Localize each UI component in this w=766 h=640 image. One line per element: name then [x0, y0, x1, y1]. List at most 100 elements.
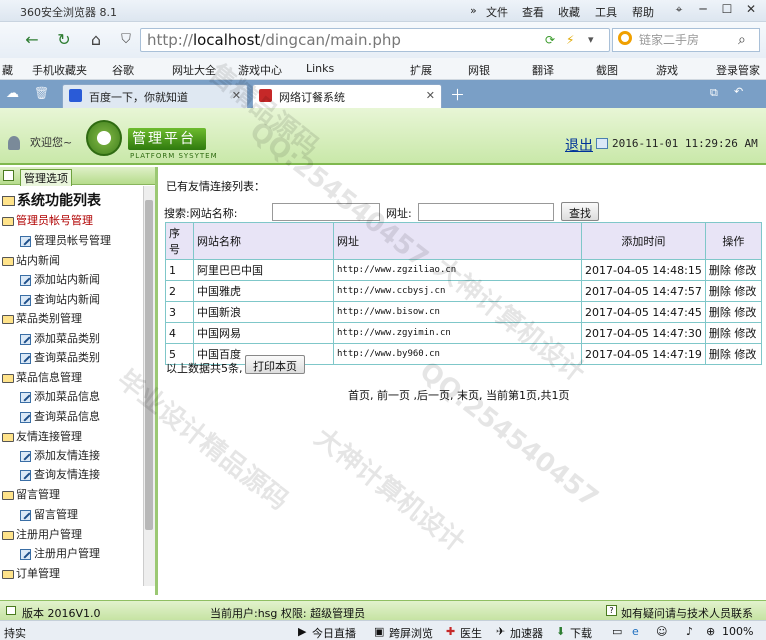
cross-screen-link[interactable]: 跨屏浏览 [389, 625, 433, 640]
live-link[interactable]: 今日直播 [312, 625, 356, 640]
url-search-input[interactable] [418, 203, 554, 221]
sidebar-item-add-link[interactable]: 添加友情连接 [20, 447, 100, 463]
menu-help[interactable]: 帮助 [632, 4, 654, 20]
tab-baidu[interactable]: 百度一下，你就知道 ✕ [62, 84, 248, 108]
sidebar-group-news[interactable]: 站内新闻 [2, 252, 60, 268]
status-left: 持实 [4, 627, 26, 640]
sidebar-item-query-news[interactable]: 查询站内新闻 [20, 291, 100, 307]
browser-back-arrows[interactable]: » [470, 4, 477, 17]
bookmark-links[interactable]: Links [306, 62, 334, 75]
trash-icon[interactable]: 🗑 [34, 86, 49, 100]
new-tab-icon[interactable]: ＋ [450, 84, 465, 105]
maximize-icon[interactable]: ☐ [716, 2, 738, 20]
bookmark-extensions[interactable]: 扩展 [410, 62, 432, 78]
sidebar-item-query-dish[interactable]: 查询菜品信息 [20, 408, 100, 424]
menu-view[interactable]: 查看 [522, 4, 544, 20]
bookmark-screenshot[interactable]: 截图 [596, 62, 618, 78]
bookmark-sites[interactable]: 网址大全 [172, 62, 216, 78]
bookmark-mobile[interactable]: 手机收藏夹 [32, 62, 87, 78]
delete-link[interactable]: 删除 [709, 306, 731, 319]
sidebar-group-messages[interactable]: 留言管理 [2, 486, 60, 502]
sidebar-group-users[interactable]: 注册用户管理 [2, 526, 82, 542]
find-button[interactable]: 查找 [561, 202, 599, 221]
edit-link[interactable]: 修改 [734, 327, 756, 340]
tab-list-icon[interactable]: ⧉ [710, 86, 718, 100]
bookmark-games[interactable]: 游戏 [656, 62, 678, 78]
edit-link[interactable]: 修改 [734, 306, 756, 319]
sidebar-item-query-links[interactable]: 查询友情连接 [20, 466, 100, 482]
search-row: 搜索:网站名称: 网址: 查找 [164, 202, 764, 221]
undo-icon[interactable]: ↶ [734, 85, 743, 98]
download-link[interactable]: 下载 [570, 625, 592, 640]
sidebar-group-dish-category[interactable]: 菜品类别管理 [2, 310, 82, 326]
chevron-down-icon[interactable]: ▾ [588, 33, 594, 46]
screen-icon[interactable]: ▣ [374, 625, 384, 638]
pin-icon[interactable]: ⌖ [668, 2, 690, 20]
menu-file[interactable]: 文件 [486, 4, 508, 20]
ghost-icon[interactable]: ☺ [656, 625, 667, 638]
sidebar-scroll-thumb[interactable] [145, 200, 153, 530]
delete-link[interactable]: 删除 [709, 264, 731, 277]
refresh-status-icon[interactable]: ⟳ [545, 33, 555, 47]
ie-icon[interactable]: e [632, 625, 639, 638]
accelerator-link[interactable]: 加速器 [510, 625, 543, 640]
accelerator-icon[interactable]: ✈ [496, 625, 505, 638]
table-row: 2 中国雅虎 http://www.ccbysj.cn 2017-04-05 1… [165, 280, 763, 302]
bookmark-google[interactable]: 谷歌 [112, 62, 134, 78]
sidebar-group-dish-info[interactable]: 菜品信息管理 [2, 369, 82, 385]
medical-icon[interactable]: ✚ [446, 625, 455, 638]
zoom-icon[interactable]: ⊕ [706, 625, 715, 638]
sidebar-item-add-category[interactable]: 添加菜品类别 [20, 330, 100, 346]
minimize-icon[interactable]: ─ [692, 2, 714, 20]
shield-icon[interactable]: ⛉ [114, 29, 138, 51]
delete-link[interactable]: 删除 [709, 285, 731, 298]
edit-link[interactable]: 修改 [734, 348, 756, 361]
sidebar-item-query-category[interactable]: 查询菜品类别 [20, 349, 100, 365]
sidebar-group-admin[interactable]: 管理员帐号管理 [2, 212, 93, 228]
volume-icon[interactable]: ♪ [686, 625, 693, 638]
close-tab-icon[interactable]: ✕ [426, 89, 435, 102]
site-name-input[interactable] [272, 203, 380, 221]
cloud-icon[interactable]: ☁ [6, 86, 19, 101]
delete-link[interactable]: 删除 [709, 348, 731, 361]
lightning-icon[interactable]: ⚡ [566, 33, 574, 47]
close-window-icon[interactable]: ✕ [740, 2, 762, 20]
doctor-link[interactable]: 医生 [460, 625, 482, 640]
menu-favorites[interactable]: 收藏 [558, 4, 580, 20]
search-icon[interactable]: ⌕ [738, 32, 746, 48]
close-tab-icon[interactable]: ✕ [232, 89, 241, 102]
sidebar-tab[interactable]: 管理选项 [20, 169, 72, 187]
bookmark-bank[interactable]: 网银 [468, 62, 490, 78]
sidebar-item-messages[interactable]: 留言管理 [20, 506, 78, 522]
edit-link[interactable]: 修改 [734, 264, 756, 277]
pagination[interactable]: 首页, 前一页 ,后一页, 末页, 当前第1页,共1页 [348, 387, 569, 403]
menu-tools[interactable]: 工具 [595, 4, 617, 20]
zoom-level[interactable]: 100% [722, 625, 753, 638]
home-icon[interactable]: ⌂ [84, 29, 108, 51]
version: 版本 2016V1.0 [22, 607, 101, 620]
bookmark-login-manager[interactable]: 登录管家 [716, 62, 760, 78]
sidebar-group-orders[interactable]: 订单管理 [2, 565, 60, 581]
sidebar-item-users[interactable]: 注册用户管理 [20, 545, 100, 561]
bookmark-translate[interactable]: 翻译 [532, 62, 554, 78]
col-actions: 操作 [704, 222, 763, 260]
delete-link[interactable]: 删除 [709, 327, 731, 340]
bookmark-games-center[interactable]: 游戏中心 [238, 62, 282, 78]
refresh-icon[interactable]: ↻ [52, 29, 76, 51]
edit-link[interactable]: 修改 [734, 285, 756, 298]
sidebar-item-add-news[interactable]: 添加站内新闻 [20, 271, 100, 287]
sidebar-item-admin[interactable]: 管理员帐号管理 [20, 232, 111, 248]
play-icon[interactable]: ▶ [298, 625, 306, 638]
url-input[interactable]: http://localhost/dingcan/main.php [140, 28, 610, 52]
tab-ordering-system[interactable]: 网络订餐系统 ✕ [252, 84, 442, 108]
table-row: 1 阿里巴巴中国 http://www.zgziliao.cn 2017-04-… [165, 259, 763, 281]
download-icon[interactable]: ⬇ [556, 625, 565, 638]
logout-link[interactable]: 退出 [565, 135, 593, 155]
print-button[interactable]: 打印本页 [245, 355, 305, 374]
sidebar-item-add-dish[interactable]: 添加菜品信息 [20, 388, 100, 404]
search-engine-icon[interactable] [618, 31, 632, 45]
sidebar-group-links[interactable]: 友情连接管理 [2, 428, 82, 444]
back-icon[interactable]: ← [20, 29, 44, 51]
bookmark-favorites[interactable]: 藏 [2, 62, 13, 78]
display-icon[interactable]: ▭ [612, 625, 622, 638]
